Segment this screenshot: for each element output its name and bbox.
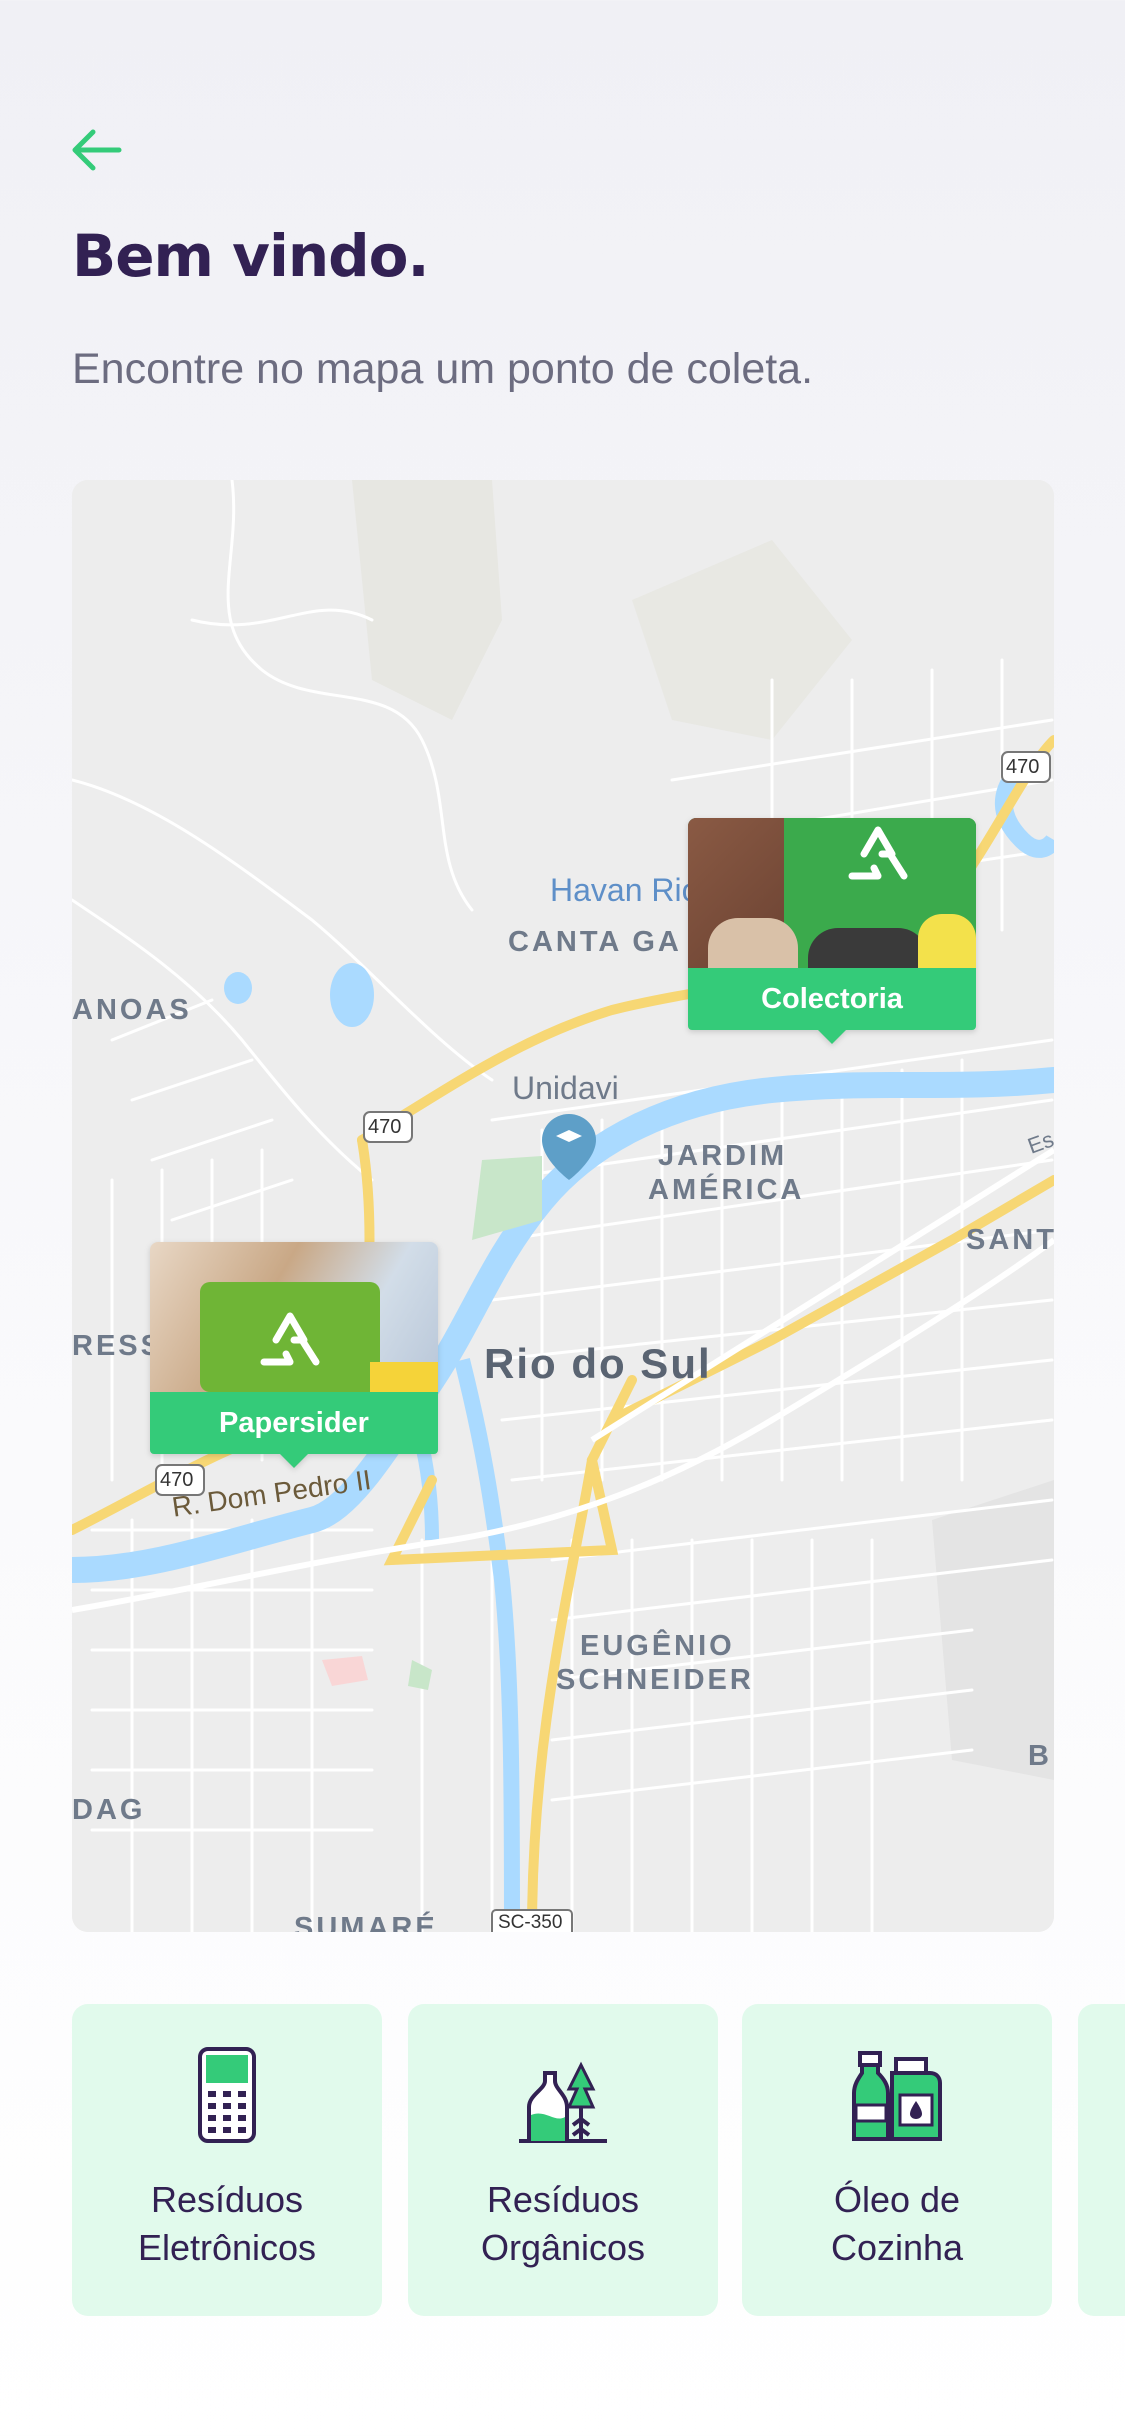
point-photo: [150, 1242, 438, 1392]
item-label: Óleo de Cozinha: [830, 2179, 964, 2268]
map-marker-colectoria[interactable]: Colectoria: [688, 818, 976, 1044]
item-label: Resíduos Orgânicos: [480, 2179, 646, 2268]
map-label-area: ANOAS: [72, 994, 192, 1026]
arrow-left-icon: [72, 129, 122, 171]
map-label-street: R. Dom Pedro II: [170, 1464, 374, 1523]
map-label-area: SANT: [966, 1224, 1054, 1256]
recycle-icon: [260, 1312, 320, 1366]
map-label-area: DAG: [72, 1794, 146, 1826]
item-partial-next[interactable]: [1078, 2004, 1125, 2316]
item-label: Resíduos Eletrônicos: [137, 2179, 317, 2268]
marker-label: Papersider: [150, 1392, 438, 1468]
items-grid: Resíduos Eletrônicos Resíduos Orgânicos: [72, 2004, 1125, 2316]
cooking-oil-icon: [842, 2040, 952, 2150]
map[interactable]: 470 470 470 SC-350 Havan Rio CANTA GA AN…: [72, 480, 1054, 1932]
page-subtitle: Encontre no mapa um ponto de coleta.: [72, 345, 814, 393]
point-photo: [688, 818, 976, 968]
organic-icon: [508, 2040, 618, 2150]
road-shield-label: SC-350: [498, 1912, 563, 1932]
back-button[interactable]: [66, 120, 126, 180]
recycle-icon: [848, 826, 908, 880]
map-label-area: B: [1028, 1740, 1049, 1772]
map-label-area: SUMARÉ: [294, 1912, 438, 1932]
road-shield-label: 470: [1006, 756, 1040, 778]
map-label-area: SCHNEIDER: [556, 1664, 754, 1696]
item-residuos-organicos[interactable]: Resíduos Orgânicos: [408, 2004, 718, 2316]
electronics-icon: [172, 2040, 282, 2150]
item-oleo-de-cozinha[interactable]: Óleo de Cozinha: [742, 2004, 1052, 2316]
map-label-area: EUGÊNIO: [580, 1630, 735, 1662]
page-title: Bem vindo.: [72, 222, 430, 290]
map-marker-papersider[interactable]: Papersider: [150, 1242, 438, 1468]
map-label-poi: Havan Rio: [550, 872, 700, 908]
road-shield-label: 470: [368, 1116, 402, 1138]
map-label-area: AMÉRICA: [648, 1174, 805, 1206]
map-label-road: Es: [1024, 1126, 1054, 1159]
map-label-poi: Unidavi: [512, 1070, 619, 1106]
marker-label: Colectoria: [688, 968, 976, 1044]
map-label-city: Rio do Sul: [484, 1340, 712, 1387]
map-label-area: CANTA GA: [508, 926, 682, 958]
map-label-area: JARDIM: [658, 1140, 788, 1172]
item-residuos-eletronicos[interactable]: Resíduos Eletrônicos: [72, 2004, 382, 2316]
